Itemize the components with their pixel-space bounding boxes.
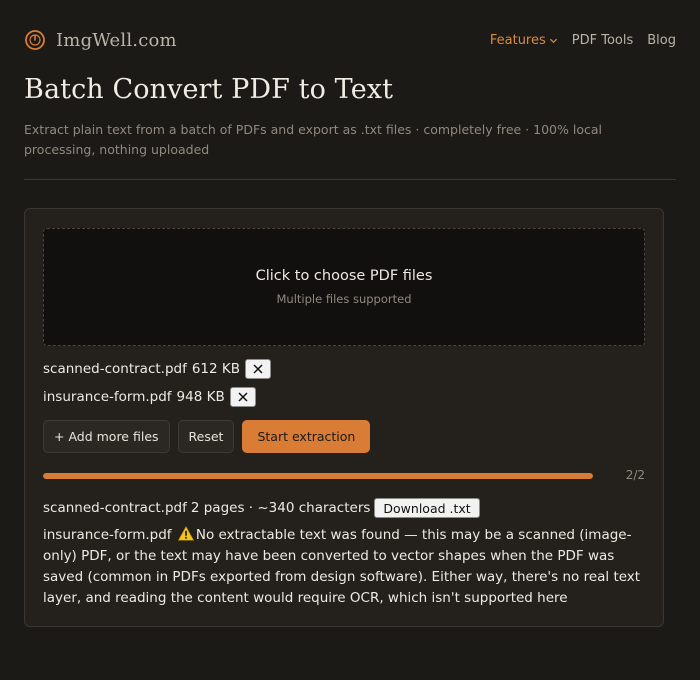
nav-features-label: Features <box>489 32 546 48</box>
result-file-name: insurance-form.pdf <box>43 527 172 543</box>
reset-button[interactable]: Reset <box>177 420 235 453</box>
divider <box>24 179 676 180</box>
main-nav: Features PDF Tools Blog <box>490 33 676 48</box>
result-info: 2 pages · ~340 characters <box>190 500 371 516</box>
nav-features[interactable]: Features <box>490 33 558 48</box>
result-item: scanned-contract.pdf 2 pages · ~340 char… <box>43 498 480 518</box>
remove-file-button[interactable] <box>245 359 272 379</box>
close-icon <box>253 364 263 374</box>
dropzone-subtitle: Multiple files supported <box>276 292 412 306</box>
file-item: scanned-contract.pdf 612 KB <box>43 359 272 379</box>
warning-icon <box>177 526 194 541</box>
result-file-name: scanned-contract.pdf <box>43 500 187 516</box>
file-size: 612 KB <box>191 361 241 377</box>
progress: 2/2 <box>43 468 645 482</box>
progress-track <box>43 473 593 479</box>
file-size: 948 KB <box>176 389 225 405</box>
result-item-error: insurance-form.pdf No extractable text w… <box>43 525 645 609</box>
page-subtitle: Extract plain text from a batch of PDFs … <box>24 122 602 157</box>
file-name: scanned-contract.pdf <box>43 361 187 377</box>
add-more-files-button[interactable]: + Add more files <box>43 420 170 453</box>
file-item: insurance-form.pdf 948 KB <box>43 387 256 407</box>
file-dropzone[interactable]: Click to choose PDF files Multiple files… <box>43 228 645 346</box>
remove-file-button[interactable] <box>229 387 256 407</box>
close-icon <box>238 392 248 402</box>
nav-blog[interactable]: Blog <box>647 33 676 48</box>
brand-name: ImgWell.com <box>56 29 177 51</box>
page-title: Batch Convert PDF to Text <box>24 74 394 105</box>
download-txt-button[interactable]: Download .txt <box>374 498 480 518</box>
file-name: insurance-form.pdf <box>43 389 172 405</box>
action-bar: + Add more files Reset Start extraction <box>43 420 371 453</box>
converter-panel: Click to choose PDF files Multiple files… <box>24 208 664 627</box>
start-extraction-button[interactable]: Start extraction <box>242 420 371 453</box>
nav-pdf-tools[interactable]: PDF Tools <box>572 33 633 48</box>
progress-count: 2/2 <box>625 468 645 482</box>
chevron-down-icon <box>549 38 557 43</box>
progress-fill <box>43 473 593 479</box>
site-header: ImgWell.com Features PDF Tools Blog <box>24 26 676 54</box>
brand[interactable]: ImgWell.com <box>24 29 177 51</box>
dropzone-title: Click to choose PDF files <box>255 268 433 284</box>
clock-icon <box>25 30 45 50</box>
